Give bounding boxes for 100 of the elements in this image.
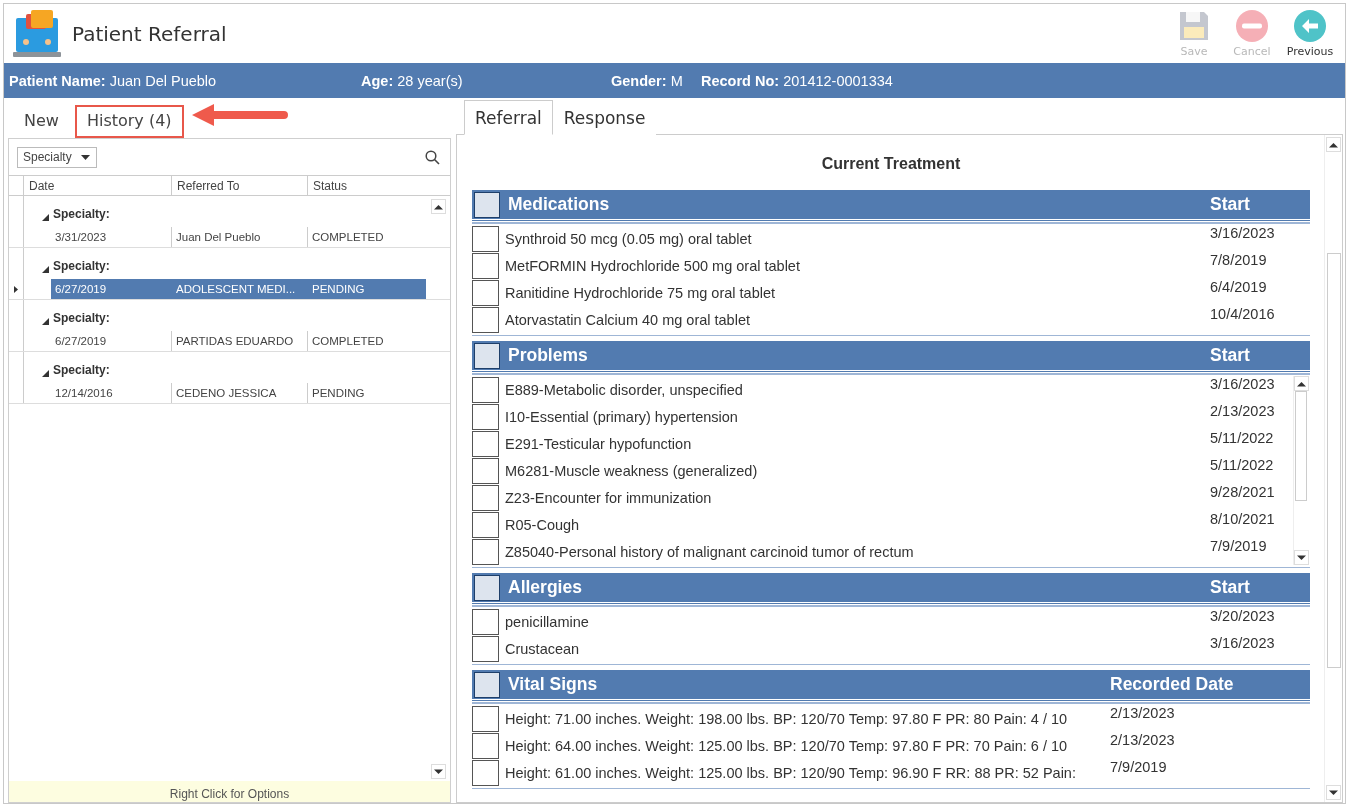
checkbox[interactable] <box>472 484 499 511</box>
item-date: 3/16/2023 <box>1210 376 1276 392</box>
table-cell: PENDING <box>307 279 426 299</box>
section-title: Vital Signs <box>508 674 599 695</box>
section-title: Allergies <box>508 577 583 598</box>
column-header: Recorded Date <box>1110 674 1235 695</box>
patient-info-text: Gender: M <box>611 72 684 89</box>
scroll-down-button[interactable] <box>1329 789 1338 796</box>
tab[interactable]: History (4) <box>74 105 184 138</box>
caret-icon <box>81 154 90 160</box>
checkbox[interactable] <box>472 403 499 430</box>
checkbox[interactable] <box>472 759 499 786</box>
item-text: R05-Cough <box>504 516 581 533</box>
item-date: 7/9/2019 <box>1210 538 1268 554</box>
checkbox[interactable] <box>474 342 500 369</box>
column-header[interactable]: Date <box>23 176 171 196</box>
item-date: 2/13/2023 <box>1210 403 1276 419</box>
item-text: Height: 61.00 inches. Weight: 125.00 lbs. BP: 120/90 Temp: 96.90 F RR: 88 PR: 52 Pain: <box>504 764 1077 781</box>
item-text: Crustacean <box>504 640 581 657</box>
scroll-down-button[interactable] <box>434 768 443 775</box>
checkbox[interactable] <box>472 430 499 457</box>
item-text: Height: 64.00 inches. Weight: 125.00 lbs. BP: 120/70 Temp: 97.80 F PR: 70 Pain: 6 / 10 <box>504 737 1069 754</box>
scrollbar-thumb[interactable] <box>1326 253 1341 668</box>
scrollbar-thumb[interactable] <box>1295 391 1307 501</box>
group-label: Specialty: <box>53 207 110 221</box>
expand-triangle-icon[interactable] <box>42 214 49 221</box>
checkbox[interactable] <box>474 574 500 601</box>
item-date: 5/11/2022 <box>1210 457 1275 473</box>
checkbox[interactable] <box>472 225 499 252</box>
section-heading: Current Treatment <box>820 153 962 174</box>
group-label: Specialty: <box>53 311 110 325</box>
checkbox[interactable] <box>472 306 499 333</box>
item-text: Atorvastatin Calcium 40 mg oral tablet <box>504 311 751 328</box>
checkbox[interactable] <box>472 705 499 732</box>
item-date: 3/16/2023 <box>1210 635 1276 651</box>
checkbox[interactable] <box>474 191 500 218</box>
table-cell: PARTIDAS EDUARDO <box>171 331 307 351</box>
section-title: Problems <box>508 345 589 366</box>
item-text: Z23-Encounter for immunization <box>504 489 713 506</box>
table-cell: COMPLETED <box>307 227 426 247</box>
checkbox[interactable] <box>472 252 499 279</box>
expand-triangle-icon[interactable] <box>42 318 49 325</box>
filter-dropdown[interactable]: Specialty <box>17 146 97 168</box>
item-date: 2/13/2023 <box>1110 705 1176 721</box>
item-date: 5/11/2022 <box>1210 430 1275 446</box>
checkbox[interactable] <box>472 538 499 565</box>
table-cell-text: 12/14/2016 <box>54 386 114 401</box>
item-date: 3/20/2023 <box>1210 608 1276 624</box>
app-logo-icon <box>12 9 62 58</box>
expand-triangle-icon[interactable] <box>42 266 49 273</box>
patient-info-text: Record No: 201412-0001334 <box>701 72 894 89</box>
item-date: 10/4/2016 <box>1210 306 1276 322</box>
checkbox[interactable] <box>472 457 499 484</box>
item-date: 8/10/2021 <box>1210 511 1276 527</box>
column-header[interactable]: Status <box>307 176 426 196</box>
column-header[interactable]: Referred To <box>171 176 307 196</box>
no-entry-icon <box>1236 9 1268 42</box>
column-header: Start <box>1210 577 1251 598</box>
checkbox[interactable] <box>472 732 499 759</box>
checkbox[interactable] <box>472 608 499 635</box>
item-date: 3/16/2023 <box>1210 225 1276 241</box>
table-cell: Juan Del Pueblo <box>171 227 307 247</box>
item-text: Z85040-Personal history of malignant carcinoid tumor of rectum <box>504 543 915 560</box>
item-date: 7/9/2019 <box>1110 759 1168 775</box>
section-title: Medications <box>508 194 611 215</box>
scroll-down-button[interactable] <box>1297 554 1306 561</box>
row-indicator-icon <box>14 285 18 293</box>
item-date: 7/8/2019 <box>1210 252 1268 268</box>
table-cell: PENDING <box>307 383 426 403</box>
app-title: Patient Referral <box>72 21 228 46</box>
patient-info-text: Age: 28 year(s) <box>361 72 464 89</box>
scroll-up-button[interactable] <box>1329 141 1338 148</box>
item-text: penicillamine <box>504 613 590 630</box>
toolbar-button[interactable]: Previous <box>1281 9 1339 58</box>
column-header: Start <box>1210 194 1251 215</box>
group-label: Specialty: <box>53 259 110 273</box>
checkbox[interactable] <box>472 376 499 403</box>
scroll-up-button[interactable] <box>434 203 443 210</box>
checkbox[interactable] <box>472 635 499 662</box>
scroll-up-button[interactable] <box>1297 380 1306 387</box>
tab[interactable]: Referral <box>464 100 553 135</box>
expand-triangle-icon[interactable] <box>42 370 49 377</box>
checkbox[interactable] <box>474 671 500 698</box>
options-hint: Right Click for Options <box>9 781 450 802</box>
item-date: 9/28/2021 <box>1210 484 1276 500</box>
item-text: Height: 71.00 inches. Weight: 198.00 lbs. BP: 120/70 Temp: 97.80 F PR: 80 Pain: 4 / 10 <box>504 710 1069 727</box>
item-text: Synthroid 50 mcg (0.05 mg) oral tablet <box>504 230 753 247</box>
table-cell: COMPLETED <box>307 331 426 351</box>
group-label: Specialty: <box>53 363 110 377</box>
item-text: M6281-Muscle weakness (generalized) <box>504 462 759 479</box>
table-cell: ADOLESCENT MEDI... <box>171 279 307 299</box>
search-icon[interactable] <box>425 149 440 165</box>
item-text: MetFORMIN Hydrochloride 500 mg oral tablet <box>504 257 801 274</box>
item-text: Ranitidine Hydrochloride 75 mg oral tablet <box>504 284 776 301</box>
table-cell-text: 3/31/2023 <box>54 230 108 245</box>
table-cell-text: 6/27/2019 <box>54 334 108 349</box>
checkbox[interactable] <box>472 279 499 306</box>
item-text: E889-Metabolic disorder, unspecified <box>504 381 744 398</box>
checkbox[interactable] <box>472 511 499 538</box>
item-text: E291-Testicular hypofunction <box>504 435 693 452</box>
